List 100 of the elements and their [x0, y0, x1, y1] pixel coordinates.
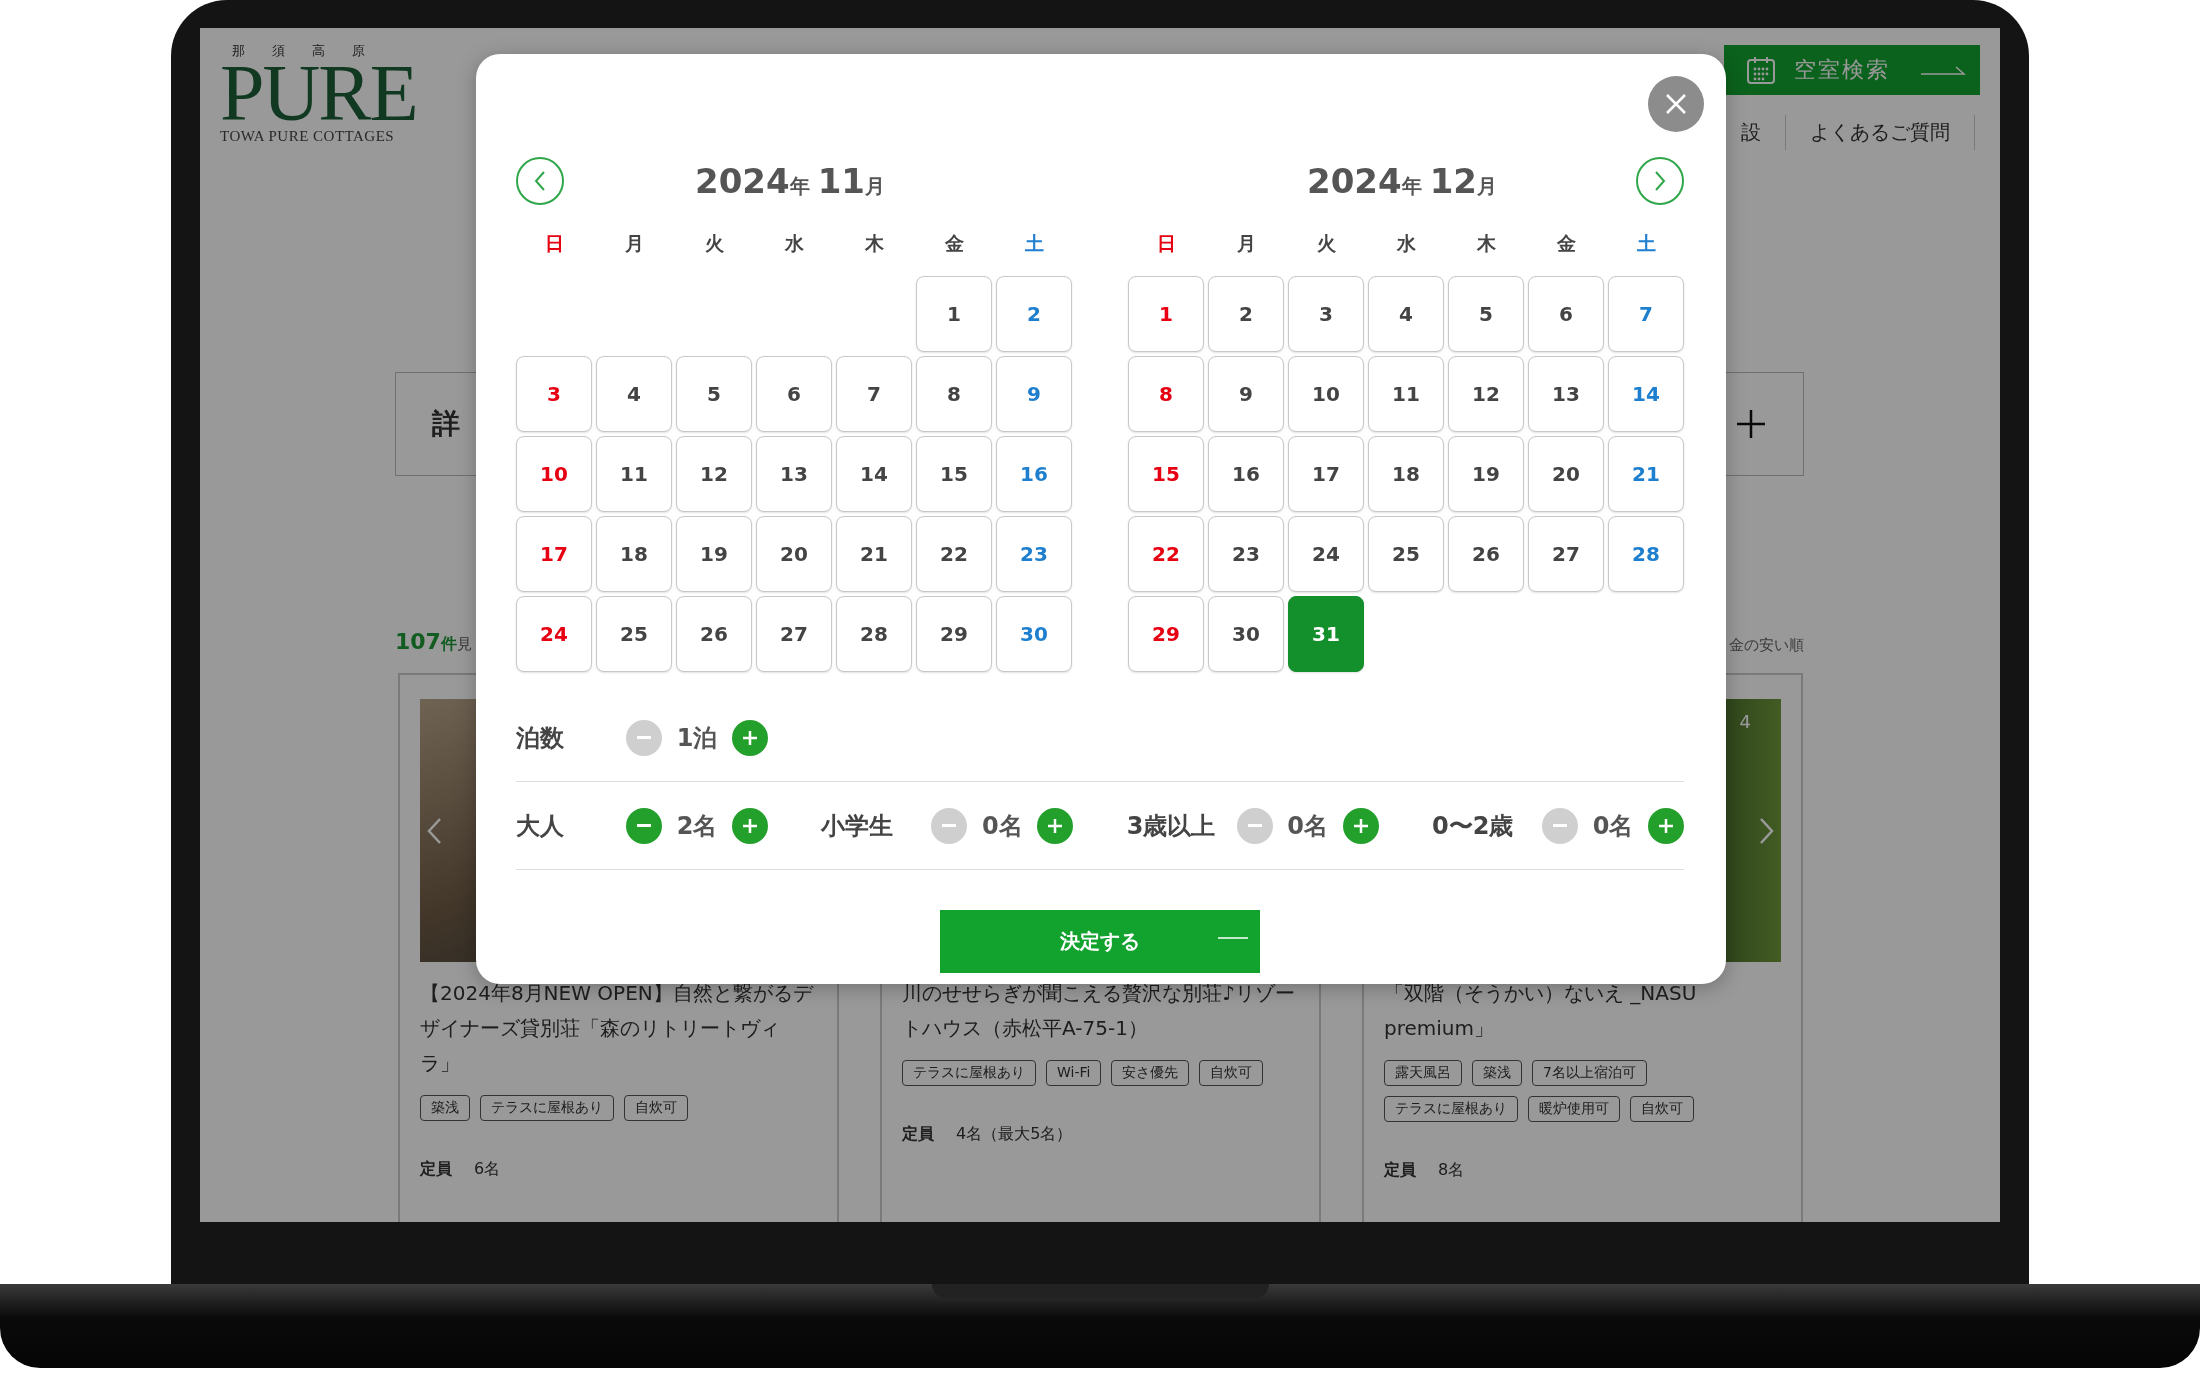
- increase-button[interactable]: [1037, 807, 1074, 844]
- calendar-day[interactable]: 4: [596, 356, 672, 432]
- calendar-day[interactable]: 16: [1208, 436, 1284, 512]
- plus-icon: [1735, 408, 1767, 440]
- calendar-day[interactable]: 21: [836, 516, 912, 592]
- capacity-value: 4名（最大5名）: [956, 1124, 1073, 1145]
- calendar-day[interactable]: 9: [996, 356, 1072, 432]
- calendar-day[interactable]: 14: [836, 436, 912, 512]
- calendar-day[interactable]: 7: [1608, 276, 1684, 352]
- logo-wordmark: PURE: [220, 60, 417, 126]
- increase-button[interactable]: [1342, 807, 1379, 844]
- calendar-day[interactable]: 5: [1448, 276, 1524, 352]
- calendar-day[interactable]: 23: [1208, 516, 1284, 592]
- decrease-button[interactable]: [626, 807, 662, 844]
- feature-tag: Wi-Fi: [1046, 1060, 1102, 1086]
- calendar-day[interactable]: 17: [516, 516, 592, 592]
- weekday-label: 金: [943, 231, 965, 256]
- calendar-day[interactable]: 26: [676, 596, 752, 672]
- calendar-day[interactable]: 27: [1528, 516, 1604, 592]
- sort-option[interactable]: 金の安い順: [1729, 636, 1804, 655]
- feature-tag: テラスに屋根あり: [480, 1095, 614, 1121]
- calendar-day[interactable]: 4: [1368, 276, 1444, 352]
- increase-button[interactable]: [732, 719, 768, 756]
- chevron-right-icon[interactable]: [1759, 817, 1775, 845]
- minus-icon: [637, 824, 651, 827]
- capacity-value: 8名: [1438, 1160, 1465, 1181]
- calendar-day[interactable]: 12: [676, 436, 752, 512]
- calendar-day[interactable]: 12: [1448, 356, 1524, 432]
- calendar-day[interactable]: 22: [916, 516, 992, 592]
- calendar-day[interactable]: 2: [1208, 276, 1284, 352]
- nav-link[interactable]: よくあるご質問: [1786, 115, 1975, 150]
- close-icon: [1664, 92, 1688, 116]
- calendar-day[interactable]: 14: [1608, 356, 1684, 432]
- calendar-day[interactable]: 15: [1128, 436, 1204, 512]
- plus-icon: [741, 816, 759, 835]
- calendar-day[interactable]: 6: [1528, 276, 1604, 352]
- calendar-day[interactable]: 29: [916, 596, 992, 672]
- calendar-day[interactable]: 24: [1288, 516, 1364, 592]
- calendar-day[interactable]: 22: [1128, 516, 1204, 592]
- counter-value: 0名: [980, 810, 1024, 842]
- increase-button[interactable]: [732, 807, 768, 844]
- calendar-day[interactable]: 10: [516, 436, 592, 512]
- calendar-day[interactable]: 30: [1208, 596, 1284, 672]
- calendar-day[interactable]: 13: [1528, 356, 1604, 432]
- calendar-day[interactable]: 8: [1128, 356, 1204, 432]
- calendar-day[interactable]: 10: [1288, 356, 1364, 432]
- calendar-day[interactable]: 1: [1128, 276, 1204, 352]
- calendar-day[interactable]: 17: [1288, 436, 1364, 512]
- counter-label: 小学生: [821, 810, 895, 842]
- feature-tag: 自炊可: [624, 1095, 688, 1121]
- calendar-day[interactable]: 11: [596, 436, 672, 512]
- calendar-day[interactable]: 21: [1608, 436, 1684, 512]
- calendar-day[interactable]: 2: [996, 276, 1072, 352]
- calendar-day[interactable]: 25: [1368, 516, 1444, 592]
- calendar-day[interactable]: 28: [836, 596, 912, 672]
- previous-month-button[interactable]: [516, 157, 564, 205]
- calendar-day[interactable]: 1: [916, 276, 992, 352]
- minus-icon: [942, 824, 957, 827]
- calendar-day[interactable]: 7: [836, 356, 912, 432]
- next-month-button[interactable]: [1636, 157, 1684, 205]
- calendar-day[interactable]: 16: [996, 436, 1072, 512]
- calendar-day[interactable]: 8: [916, 356, 992, 432]
- chevron-right-icon: [1653, 170, 1667, 192]
- feature-tag: 築浅: [420, 1095, 470, 1121]
- calendar-day[interactable]: 31: [1288, 596, 1364, 672]
- calendar-day[interactable]: 6: [756, 356, 832, 432]
- feature-tag: 安さ優先: [1111, 1060, 1190, 1086]
- chevron-left-icon: [533, 170, 547, 192]
- weekday-label: 木: [1475, 231, 1497, 256]
- calendar-day[interactable]: 24: [516, 596, 592, 672]
- calendar-year-unit: 年: [789, 174, 810, 198]
- calendar-day[interactable]: 25: [596, 596, 672, 672]
- calendar-day[interactable]: 20: [756, 516, 832, 592]
- panel-title: 詳: [432, 406, 460, 442]
- calendar-day[interactable]: 19: [676, 516, 752, 592]
- calendar-day[interactable]: 3: [516, 356, 592, 432]
- calendar-day[interactable]: 18: [1368, 436, 1444, 512]
- feature-tag: 築浅: [1472, 1060, 1522, 1086]
- calendar-day[interactable]: 27: [756, 596, 832, 672]
- calendar-day[interactable]: 30: [996, 596, 1072, 672]
- calendar-day[interactable]: 15: [916, 436, 992, 512]
- calendar-day[interactable]: 18: [596, 516, 672, 592]
- calendar-day[interactable]: 5: [676, 356, 752, 432]
- calendar-day[interactable]: 13: [756, 436, 832, 512]
- chevron-left-icon[interactable]: [426, 817, 442, 845]
- calendar-day[interactable]: 26: [1448, 516, 1524, 592]
- increase-button[interactable]: [1648, 807, 1684, 844]
- capacity-label: 定員: [1384, 1160, 1416, 1181]
- feature-tag: テラスに屋根あり: [1384, 1096, 1518, 1122]
- calendar-day[interactable]: 29: [1128, 596, 1204, 672]
- calendar-day[interactable]: 11: [1368, 356, 1444, 432]
- weekday-label: 月: [623, 231, 645, 256]
- calendar-day[interactable]: 3: [1288, 276, 1364, 352]
- calendar-year: 2024: [695, 161, 790, 201]
- calendar-day[interactable]: 9: [1208, 356, 1284, 432]
- calendar-day[interactable]: 19: [1448, 436, 1524, 512]
- calendar-day[interactable]: 23: [996, 516, 1072, 592]
- calendar-day[interactable]: 20: [1528, 436, 1604, 512]
- calendar-month: 12: [1429, 161, 1477, 201]
- calendar-day[interactable]: 28: [1608, 516, 1684, 592]
